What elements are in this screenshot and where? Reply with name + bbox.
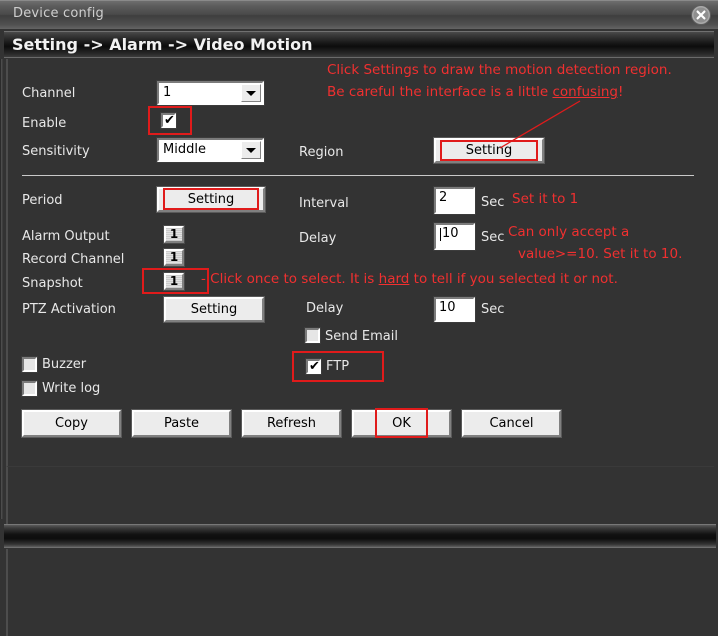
group-divider-1 [22,175,694,176]
record-channel-value: 1 [166,250,182,265]
alarm-output-label: Alarm Output [22,229,110,244]
record-channel-label: Record Channel [22,252,124,267]
region-annotation-line2-underlined: confusing [553,84,618,100]
check-icon: ✔ [309,359,320,374]
region-label: Region [299,145,344,160]
alarm-output-value: 1 [166,227,182,242]
buzzer-label: Buzzer [42,357,86,372]
paste-button[interactable]: Paste [132,410,231,437]
alarm-output-toggle[interactable]: 1 [164,226,184,243]
copy-button[interactable]: Copy [22,410,121,437]
panel-left-edge [0,59,3,519]
region-annotation-line2-text-a: Be careful the interface is a little [327,84,553,100]
chevron-down-icon[interactable] [241,84,261,102]
region-annotation-line2-text-b: ! [618,84,623,100]
interval-annotation: Set it to 1 [512,191,578,207]
delay-ptz-input[interactable]: 10 [434,297,475,322]
delay-ptz-value: 10 [439,300,456,315]
channel-label: Channel [22,86,75,101]
panel-divider-bar [4,524,716,548]
check-icon: ✔ [164,113,175,128]
chevron-down-icon[interactable] [241,141,261,159]
period-label: Period [22,193,63,208]
refresh-label: Refresh [244,417,339,430]
breadcrumb: Setting -> Alarm -> Video Motion [12,35,312,54]
ptz-setting-button[interactable]: Setting [164,297,264,322]
delay-alarm-input[interactable]: 10 [434,223,475,250]
interval-unit: Sec [481,195,504,210]
region-annotation-line2: Be careful the interface is a little con… [327,84,623,100]
period-setting-button[interactable]: Setting [157,187,265,212]
enable-label: Enable [22,116,66,131]
cancel-button[interactable]: Cancel [462,410,561,437]
text-caret [440,228,441,241]
section-header-bar: Setting -> Alarm -> Video Motion [4,31,714,58]
delay-alarm-unit: Sec [481,230,504,245]
ftp-checkbox[interactable]: ✔ [306,359,321,374]
snapshot-annotation-text-b: to tell if you selected it or not. [409,271,618,287]
interval-value: 2 [439,190,447,205]
interval-label: Interval [299,196,349,211]
copy-label: Copy [24,417,119,430]
window-title: Device config [13,6,104,21]
snapshot-annotation: - Click once to select. It is hard to te… [201,271,618,287]
ftp-label: FTP [326,359,349,374]
snapshot-value: 1 [166,274,182,289]
sensitivity-label: Sensitivity [22,144,90,159]
ok-button[interactable]: OK [352,410,451,437]
close-icon[interactable] [690,4,712,26]
ptz-setting-label: Setting [166,303,262,316]
snapshot-label: Snapshot [22,276,83,291]
send-email-label: Send Email [325,329,398,344]
bottom-empty-panel [6,549,714,636]
snapshot-annotation-text-a: - Click once to select. It is [201,271,379,287]
region-setting-button[interactable]: Setting [434,138,544,163]
lower-empty-panel [6,466,714,524]
window-titlebar: Device config [0,0,718,29]
device-config-window: Device config Setting -> Alarm -> Video … [0,0,718,636]
ptz-activation-label: PTZ Activation [22,302,116,317]
refresh-button[interactable]: Refresh [242,410,341,437]
region-setting-label: Setting [436,144,542,157]
delay-annotation-line2: value>=10. Set it to 10. [518,246,682,262]
paste-label: Paste [134,417,229,430]
channel-select[interactable]: 1 [157,81,264,105]
write-log-label: Write log [42,381,100,396]
delay-alarm-value: 10 [442,226,459,241]
region-annotation-line1: Click Settings to draw the motion detect… [327,62,672,78]
write-log-checkbox[interactable] [22,381,37,396]
sensitivity-select[interactable]: Middle [157,138,264,162]
delay-alarm-label: Delay [299,231,336,246]
buzzer-checkbox[interactable] [22,357,37,372]
delay-annotation-line1: Can only accept a [508,224,629,240]
sensitivity-value: Middle [163,142,206,157]
video-motion-form-panel: Channel 1 Enable ✔ Sensitivity Middle Re… [6,59,714,519]
delay-ptz-label: Delay [306,301,343,316]
ok-label: OK [354,417,449,430]
channel-value: 1 [163,85,171,100]
delay-ptz-unit: Sec [481,302,504,317]
record-channel-toggle[interactable]: 1 [164,249,184,266]
enable-checkbox[interactable]: ✔ [161,113,176,128]
period-setting-label: Setting [159,193,263,206]
interval-input[interactable]: 2 [434,187,475,214]
cancel-label: Cancel [464,417,559,430]
snapshot-toggle[interactable]: 1 [164,273,184,290]
snapshot-annotation-underlined: hard [379,271,410,287]
send-email-checkbox[interactable] [305,328,320,343]
